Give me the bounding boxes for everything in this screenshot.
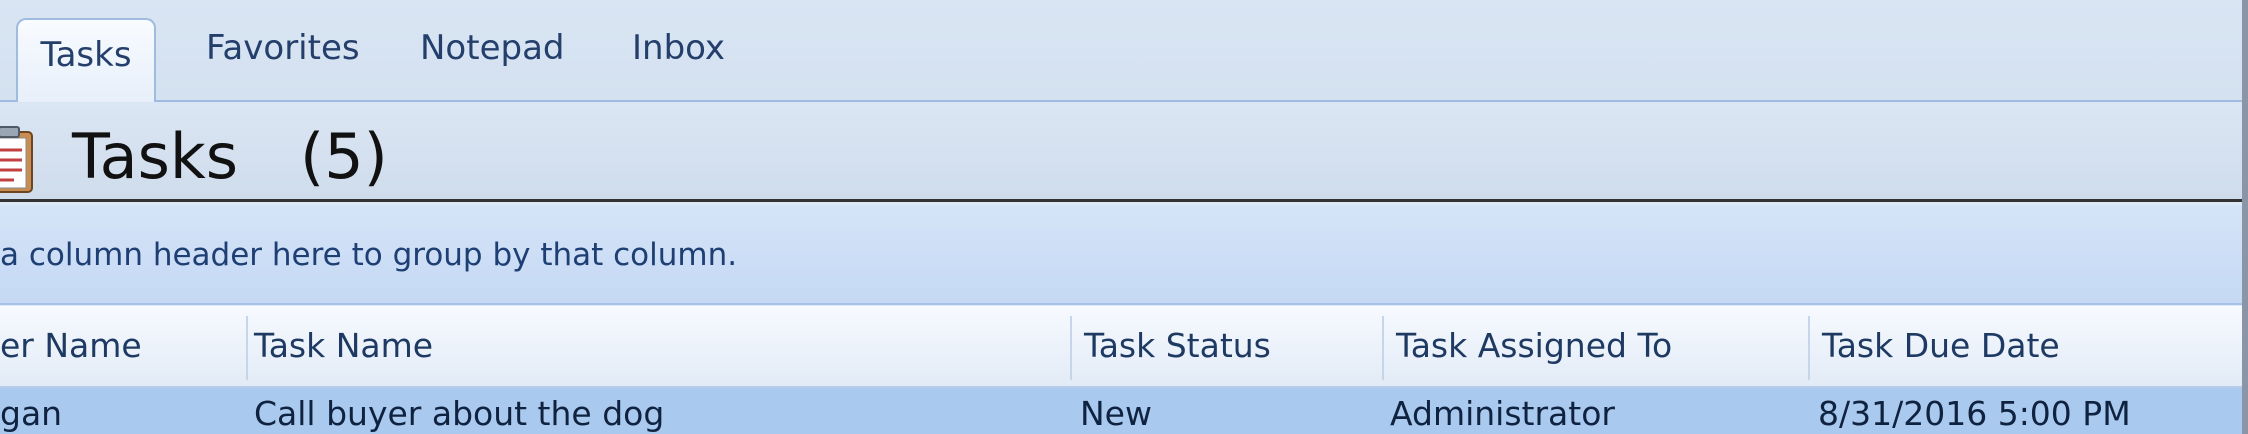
page-header: Tasks (5) (0, 102, 2242, 202)
tab-notepad[interactable]: Notepad (420, 28, 564, 68)
table-row[interactable]: gan Call buyer about the dog New Adminis… (0, 388, 2242, 434)
tab-tasks-label: Tasks (40, 35, 132, 75)
group-by-hint: a column header here to group by that co… (0, 237, 738, 273)
tab-tasks[interactable]: Tasks (16, 18, 156, 102)
column-divider[interactable] (1382, 316, 1384, 380)
column-header-row: er Name Task Name Task Status Task Assig… (0, 306, 2242, 388)
clipboard-icon (0, 126, 33, 193)
cell-task-due-date: 8/31/2016 5:00 PM (1818, 394, 2131, 433)
window-right-border (2242, 0, 2248, 434)
tab-notepad-label: Notepad (420, 28, 565, 68)
column-header-task-status[interactable]: Task Status (1084, 326, 1271, 365)
cell-customer-name: gan (0, 394, 63, 433)
page-title: Tasks (72, 120, 239, 193)
column-divider[interactable] (246, 316, 248, 380)
column-divider[interactable] (1808, 316, 1810, 380)
tasks-window: Tasks Favorites Notepad Inbox Tasks (5) … (0, 0, 2248, 434)
tab-favorites[interactable]: Favorites (206, 28, 360, 68)
column-header-task-assigned-to[interactable]: Task Assigned To (1396, 326, 1672, 365)
tab-bar: Tasks Favorites Notepad Inbox (0, 0, 2242, 102)
column-header-customer-name[interactable]: er Name (0, 326, 142, 365)
task-count: (5) (300, 120, 388, 193)
column-divider[interactable] (1070, 316, 1072, 380)
tab-inbox-label: Inbox (632, 28, 726, 68)
column-header-task-due-date[interactable]: Task Due Date (1822, 326, 2060, 365)
column-header-task-name[interactable]: Task Name (254, 326, 433, 365)
group-by-panel[interactable]: a column header here to group by that co… (0, 205, 2242, 305)
cell-task-name: Call buyer about the dog (254, 394, 665, 433)
tab-favorites-label: Favorites (206, 28, 360, 68)
cell-task-assigned-to: Administrator (1390, 394, 1615, 433)
cell-task-status: New (1080, 394, 1152, 433)
tab-inbox[interactable]: Inbox (632, 28, 725, 68)
